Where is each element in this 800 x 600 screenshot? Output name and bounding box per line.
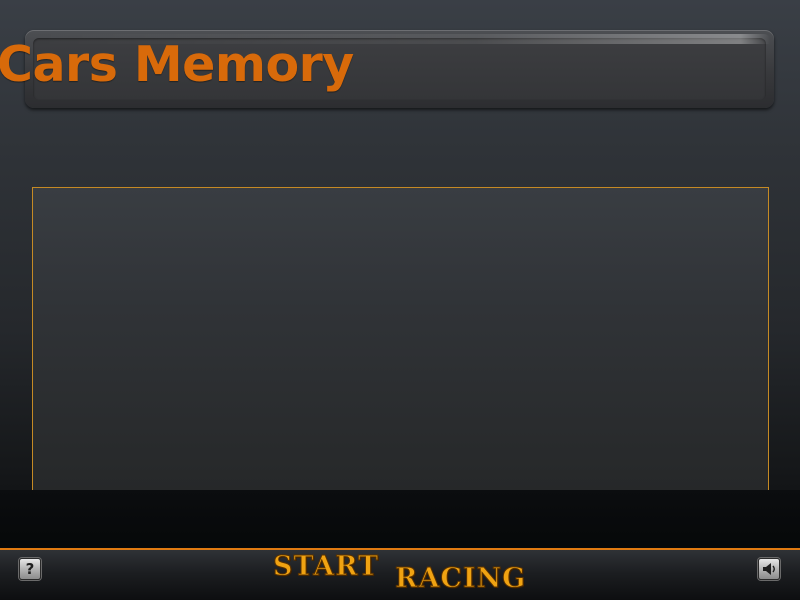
start-racing-button[interactable]: START RACING: [270, 548, 532, 598]
start-racing-label-start: START: [272, 551, 380, 582]
board-bottom-shadow: [0, 490, 800, 548]
sound-toggle-button[interactable]: [758, 558, 780, 580]
question-mark-icon: ?: [25, 560, 35, 578]
game-title: Cars Memory: [0, 36, 354, 93]
help-button[interactable]: ?: [19, 558, 41, 580]
memory-card-board[interactable]: [32, 187, 769, 491]
speaker-icon: [763, 563, 775, 575]
start-racing-label-racing: RACING: [394, 563, 527, 594]
game-screen: Cars Memory ? START RACING: [0, 0, 800, 600]
